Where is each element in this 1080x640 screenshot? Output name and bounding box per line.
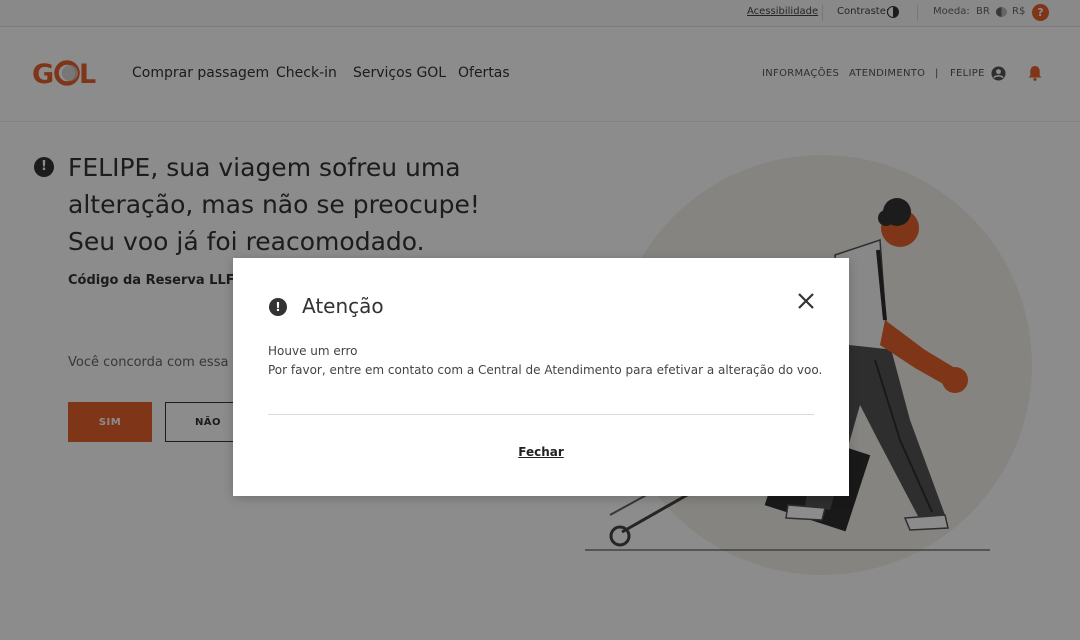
divider (268, 414, 814, 415)
error-dialog: ! Atenção Houve um erro Por favor, entre… (233, 258, 849, 496)
dialog-title: Atenção (302, 294, 384, 318)
dialog-message-detail: Por favor, entre em contato com a Centra… (268, 363, 823, 377)
dialog-message: Houve um erro (268, 344, 358, 358)
close-icon[interactable] (795, 290, 817, 312)
close-button[interactable]: Fechar (518, 445, 564, 459)
alert-icon: ! (269, 298, 287, 316)
